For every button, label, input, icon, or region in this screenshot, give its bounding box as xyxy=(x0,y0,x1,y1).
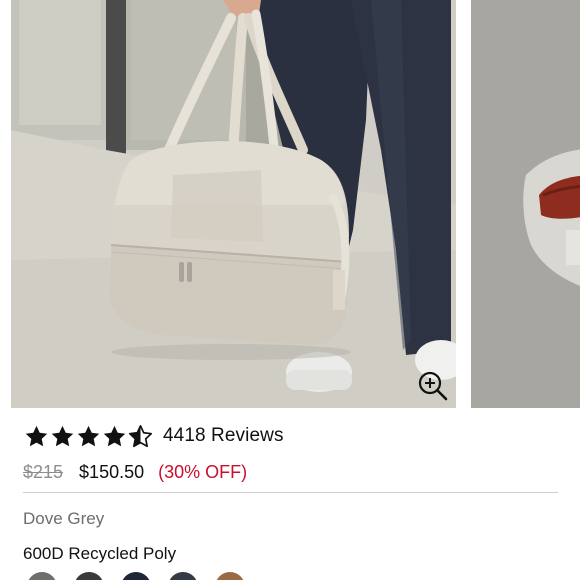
product-photo-main[interactable] xyxy=(11,0,456,408)
swatch-navy[interactable] xyxy=(121,572,151,580)
swatch-grey[interactable] xyxy=(27,572,57,580)
star-icon xyxy=(25,425,48,446)
zoom-in-icon[interactable] xyxy=(416,369,450,403)
star-rating xyxy=(24,424,153,449)
star-icon xyxy=(103,425,126,446)
original-price: $215 xyxy=(23,462,64,482)
swatch-charcoal[interactable] xyxy=(74,572,104,580)
color-swatches xyxy=(27,572,245,580)
selected-color-name: Dove Grey xyxy=(23,509,105,528)
rating-reviews-link[interactable]: 4418 Reviews xyxy=(24,421,284,451)
swatch-slate[interactable] xyxy=(168,572,198,580)
product-photo-next[interactable] xyxy=(471,0,580,408)
material-label: 600D Recycled Poly xyxy=(23,544,177,563)
price-row: $215 $150.50 (30% OFF) xyxy=(23,462,247,483)
discount-label: (30% OFF) xyxy=(158,462,248,482)
star-icon xyxy=(51,425,74,446)
divider xyxy=(23,492,558,493)
sale-price: $150.50 xyxy=(79,462,145,482)
star-icon xyxy=(77,425,100,446)
half-star-icon xyxy=(128,424,153,447)
review-count[interactable]: 4418 Reviews xyxy=(163,425,284,447)
swatch-brown[interactable] xyxy=(215,572,245,580)
product-image-carousel[interactable] xyxy=(0,0,580,410)
